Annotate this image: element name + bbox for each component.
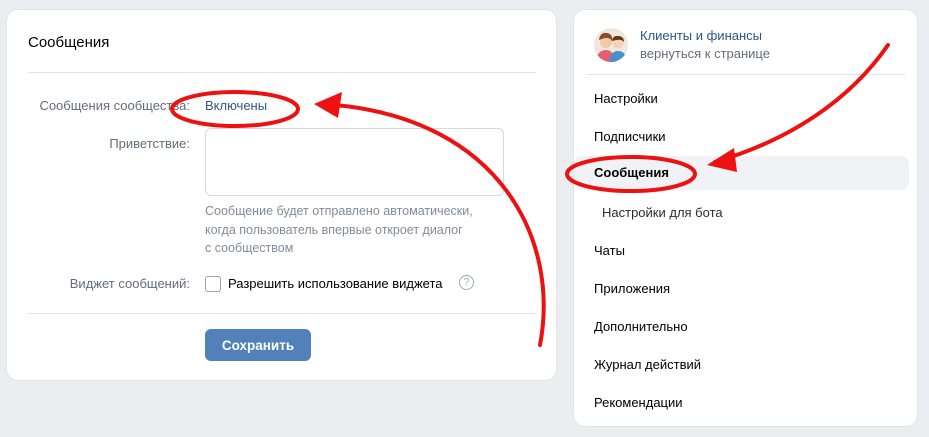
title-divider — [28, 72, 536, 73]
community-messages-label: Сообщения сообщества: — [39, 98, 190, 113]
messages-settings-card: Сообщения Сообщения сообщества: Включены… — [6, 9, 557, 381]
sidebar-item-additional[interactable]: Дополнительно — [574, 310, 909, 344]
group-name[interactable]: Клиенты и финансы — [640, 28, 762, 43]
widget-checkbox-label[interactable]: Разрешить использование виджета — [228, 276, 442, 291]
sidebar-item-settings[interactable]: Настройки — [574, 82, 909, 116]
question-icon[interactable]: ? — [459, 275, 474, 290]
community-sidebar: Клиенты и финансы вернуться к странице Н… — [573, 9, 918, 427]
sidebar-item-messages[interactable]: Сообщения — [574, 156, 909, 190]
save-button[interactable]: Сохранить — [205, 329, 311, 361]
page-title: Сообщения — [28, 34, 110, 51]
greeting-label: Приветствие: — [109, 136, 190, 151]
hint-line: с сообществом — [205, 241, 294, 255]
hint-line: Сообщение будет отправлено автоматически… — [205, 204, 473, 218]
sidebar-item-subscribers[interactable]: Подписчики — [574, 120, 909, 154]
footer-divider — [28, 313, 536, 314]
sidebar-item-apps[interactable]: Приложения — [574, 272, 909, 306]
avatar — [594, 28, 628, 62]
hint-line: когда пользователь впервые откроет диало… — [205, 222, 463, 237]
sidebar-item-chats[interactable]: Чаты — [574, 234, 909, 268]
sidebar-item-bot-settings[interactable]: Настройки для бота — [574, 196, 909, 230]
sidebar-item-recommendations[interactable]: Рекомендации — [574, 386, 909, 420]
widget-label: Виджет сообщений: — [69, 276, 190, 291]
greeting-textarea[interactable] — [205, 128, 504, 196]
widget-checkbox[interactable] — [205, 276, 221, 292]
back-to-page-link[interactable]: вернуться к странице — [640, 46, 770, 61]
sidebar-item-action-log[interactable]: Журнал действий — [574, 348, 909, 382]
greeting-hint: Сообщение будет отправлено автоматически… — [205, 202, 505, 258]
sidebar-divider — [586, 74, 905, 75]
community-messages-toggle-link[interactable]: Включены — [205, 98, 267, 113]
